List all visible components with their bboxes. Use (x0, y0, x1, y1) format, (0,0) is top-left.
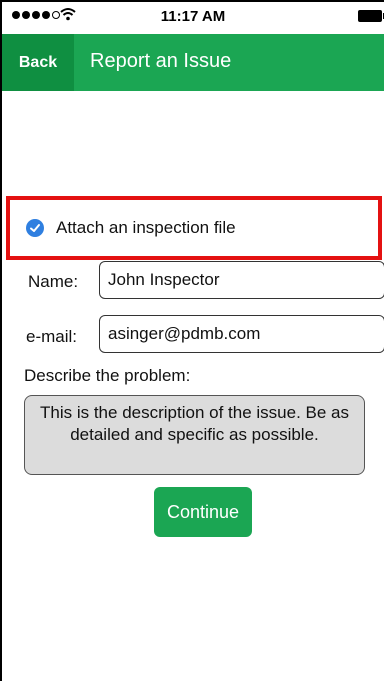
continue-button[interactable]: Continue (154, 487, 252, 537)
name-label: Name: (28, 272, 79, 291)
attach-inspection-file-option[interactable]: Attach an inspection file (6, 196, 382, 260)
status-time: 11:17 AM (160, 8, 226, 25)
email-label: e-mail: (26, 327, 78, 346)
back-button[interactable]: Back (2, 34, 74, 91)
phone-screen: 11:17 AM Back Report an Issue Attach an … (0, 0, 384, 681)
name-input[interactable] (99, 261, 384, 299)
description-textarea[interactable]: This is the description of the issue. Be… (24, 395, 365, 475)
checkmark-icon[interactable] (26, 219, 44, 237)
describe-label: Describe the problem: (24, 366, 191, 385)
status-bar: 11:17 AM (2, 0, 384, 34)
page-title: Report an Issue (90, 50, 232, 72)
navigation-bar: Back Report an Issue (2, 34, 384, 91)
battery-icon (358, 10, 384, 22)
checkmark-glyph (30, 224, 40, 232)
attach-label: Attach an inspection file (56, 218, 236, 237)
email-input[interactable] (99, 315, 384, 353)
